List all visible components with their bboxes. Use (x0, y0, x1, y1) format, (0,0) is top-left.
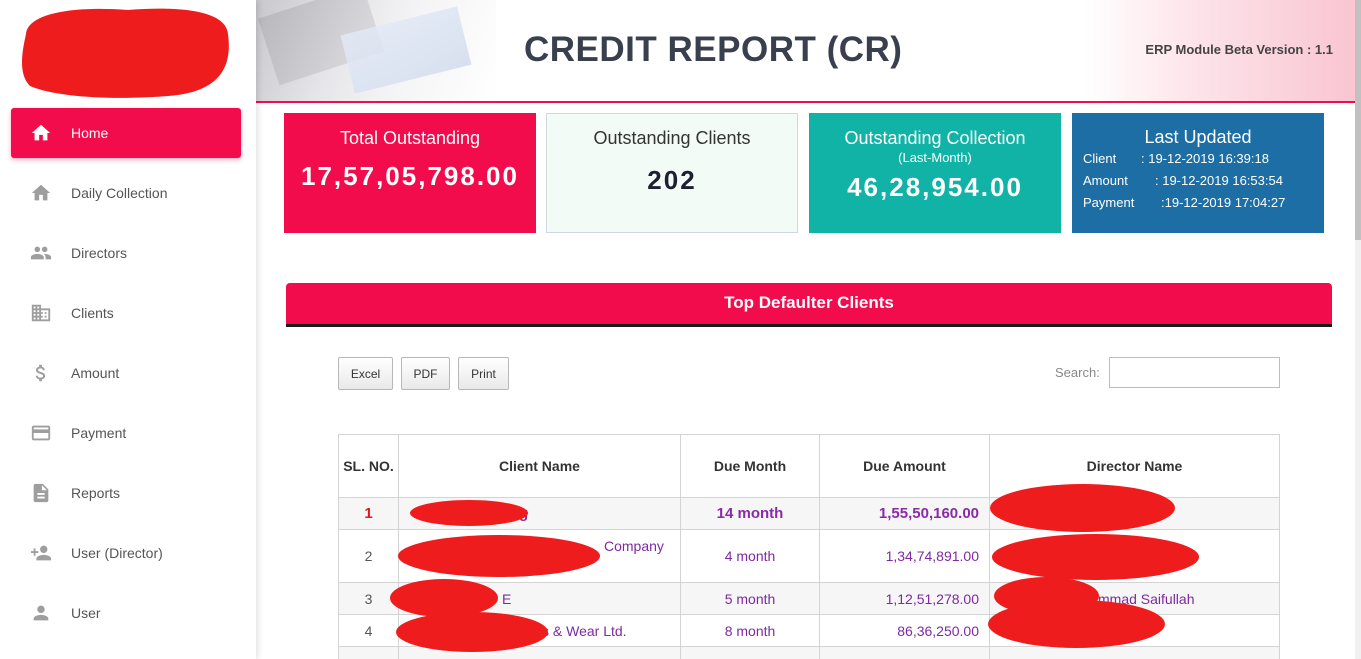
sidebar-nav: Home Daily Collection Directors Clients … (11, 108, 241, 648)
export-excel-button[interactable]: Excel (338, 357, 393, 390)
company-logo (18, 4, 232, 100)
sidebar-item-clients[interactable]: Clients (11, 288, 241, 338)
sidebar-item-user-director[interactable]: User (Director) (11, 528, 241, 578)
cell-due-amount: 1,34,74,891.00 (819, 529, 990, 583)
last-updated-amount: Amount : 19-12-2019 16:53:54 (1073, 170, 1323, 192)
column-header-sl[interactable]: SL. NO. (338, 434, 399, 498)
sidebar-item-home[interactable]: Home (11, 108, 241, 158)
section-title: Top Defaulter Clients (286, 283, 1332, 327)
person-icon (29, 601, 53, 625)
card-title: Total Outstanding (339, 128, 481, 148)
cell-director-name (989, 646, 1280, 659)
cell-due-month: 5 month (680, 582, 820, 615)
cell-due-amount: 1,12,51,278.00 (819, 582, 990, 615)
last-updated-payment: Payment :19-12-2019 17:04:27 (1073, 192, 1323, 214)
redaction-mark (992, 534, 1199, 580)
cell-due-month: 8 month (680, 614, 820, 647)
sidebar-item-label: Clients (71, 305, 114, 321)
last-updated-value: : 19-12-2019 16:39:18 (1141, 151, 1269, 166)
card-title: Last Updated (1144, 127, 1252, 147)
column-header-client-name[interactable]: Client Name (398, 434, 681, 498)
cell-sl: 2 (338, 529, 399, 583)
cell-due-month (680, 646, 820, 659)
card-title: Outstanding Clients (593, 128, 751, 148)
sidebar-item-daily-collection[interactable]: Daily Collection (11, 168, 241, 218)
add-user-icon (29, 541, 53, 565)
redaction-mark (410, 500, 528, 526)
redaction-mark (988, 600, 1165, 648)
outstanding-collection-card: Outstanding Collection (Last-Month) 46,2… (809, 113, 1061, 233)
home-icon (29, 121, 53, 145)
document-icon (29, 481, 53, 505)
redaction-mark (398, 535, 600, 577)
page-scrollbar[interactable] (1355, 0, 1361, 659)
cell-due-month: 4 month (680, 529, 820, 583)
dollar-icon (29, 361, 53, 385)
last-updated-client: Client : 19-12-2019 16:39:18 (1073, 148, 1323, 170)
sidebar-item-reports[interactable]: Reports (11, 468, 241, 518)
sidebar-item-label: Payment (71, 425, 127, 441)
building-icon (29, 301, 53, 325)
redaction-mark (396, 612, 548, 652)
export-pdf-button[interactable]: PDF (401, 357, 450, 390)
redaction-mark (990, 484, 1175, 532)
sidebar-item-user[interactable]: User (11, 588, 241, 638)
people-icon (29, 241, 53, 265)
last-updated-value: :19-12-2019 17:04:27 (1161, 195, 1286, 210)
home-icon (29, 181, 53, 205)
cell-due-amount: 86,36,250.00 (819, 614, 990, 647)
version-label: ERP Module Beta Version : 1.1 (1145, 42, 1333, 57)
cell-due-amount (819, 646, 990, 659)
sidebar-item-directors[interactable]: Directors (11, 228, 241, 278)
cell-sl: 4 (338, 614, 399, 647)
card-subtitle: (Last-Month) (898, 150, 972, 165)
search-label: Search: (1055, 365, 1100, 380)
credit-card-icon (29, 421, 53, 445)
card-value: 202 (647, 165, 697, 195)
sidebar-item-amount[interactable]: Amount (11, 348, 241, 398)
card-title: Outstanding Collection (844, 128, 1026, 148)
sidebar-item-label: Daily Collection (71, 185, 168, 201)
page-title: CREDIT REPORT (CR) (524, 30, 903, 69)
card-value: 17,57,05,798.00 (301, 161, 519, 191)
scrollbar-thumb[interactable] (1355, 0, 1361, 240)
page-header: CREDIT REPORT (CR) ERP Module Beta Versi… (256, 0, 1355, 103)
sidebar: Home Daily Collection Directors Clients … (0, 0, 256, 659)
cell-due-amount: 1,55,50,160.00 (819, 497, 990, 530)
last-updated-card: Last Updated Client : 19-12-2019 16:39:1… (1072, 113, 1324, 233)
cell-sl: 1 (338, 497, 399, 530)
logo-redaction (22, 8, 229, 98)
last-updated-value: : 19-12-2019 16:53:54 (1155, 173, 1283, 188)
sidebar-item-label: Reports (71, 485, 121, 501)
last-updated-label: Payment (1083, 195, 1135, 210)
sidebar-item-label: Directors (71, 245, 128, 261)
last-updated-label: Amount (1083, 173, 1128, 188)
sidebar-item-label: Home (71, 125, 109, 141)
card-value: 46,28,954.00 (847, 172, 1023, 202)
last-updated-label: Client (1083, 151, 1117, 166)
print-button[interactable]: Print (458, 357, 509, 390)
sidebar-item-payment[interactable]: Payment (11, 408, 241, 458)
sidebar-item-label: User (Director) (71, 545, 163, 561)
total-outstanding-card: Total Outstanding 17,57,05,798.00 (284, 113, 536, 233)
cell-due-month: 14 month (680, 497, 820, 530)
sidebar-item-label: Amount (71, 365, 120, 381)
header-background-image (256, 0, 496, 101)
column-header-due-month[interactable]: Due Month (680, 434, 820, 498)
outstanding-clients-card: Outstanding Clients 202 (546, 113, 798, 233)
sidebar-item-label: User (71, 605, 101, 621)
cell-sl (338, 646, 399, 659)
column-header-due-amount[interactable]: Due Amount (819, 434, 990, 498)
search-input[interactable] (1109, 357, 1280, 388)
